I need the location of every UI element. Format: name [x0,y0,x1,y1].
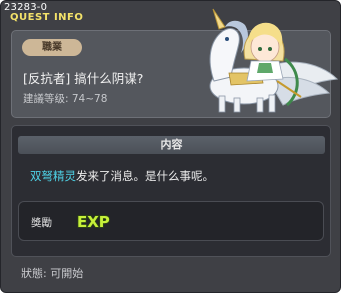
window-title: QUEST INFO [10,12,84,23]
exp-label: EXP [77,213,110,231]
content-message: 双弩精灵发来了消息。是什么事呢。 [30,168,214,184]
quest-name: [反抗者] 搞什么阴谋? [23,71,144,86]
exp-icon: EXP [76,212,110,232]
reward-label: 獎勵 [31,217,52,229]
recommended-level: 建議等级: 74~78 [23,93,108,105]
quest-status: 狀態: 可開始 [21,267,84,280]
message-text: 发来了消息。是什么事呢。 [76,169,214,183]
reward-box: 獎勵 EXP [18,201,324,241]
content-panel: 内容 双弩精灵发来了消息。是什么事呢。 獎勵 EXP [11,125,331,257]
quest-npc-illustration [209,8,339,113]
job-badge: 職業 [22,39,82,56]
quest-info-window: 23283-0 QUEST INFO 職業 [反抗者] 搞什么阴谋? 建議等级:… [0,0,341,293]
content-header: 内容 [18,136,325,154]
npc-name: 双弩精灵 [30,169,76,183]
